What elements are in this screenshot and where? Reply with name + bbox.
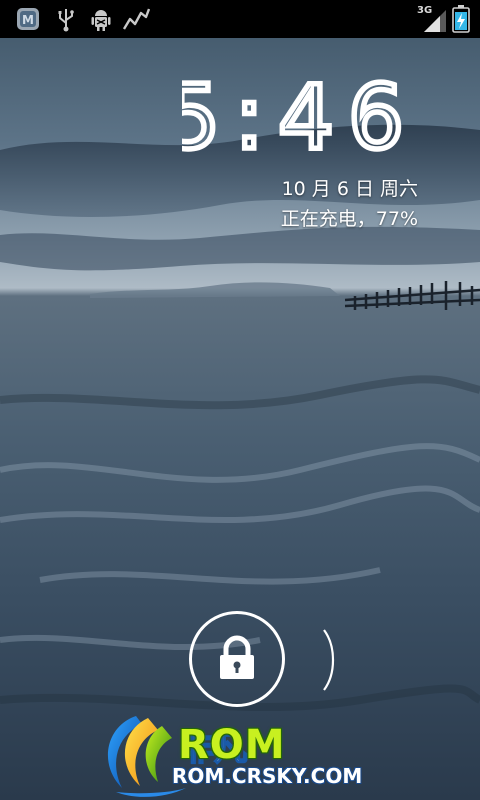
maxthon-notification-icon[interactable]: M — [14, 5, 42, 33]
usb-icon — [58, 9, 74, 32]
activity-graph-icon — [122, 8, 150, 30]
svg-text:M: M — [22, 13, 34, 27]
clock-digits: 5:46 — [182, 72, 418, 154]
unlock-target-arc[interactable] — [318, 628, 340, 692]
status-bar: M 3G — [0, 0, 480, 38]
watermark-url: ROM.CRSKY.COM — [172, 764, 363, 788]
lockscreen: M 3G 5:46 10 月 6 日 周六 正在充电，77% 非凡 ROM RO… — [0, 0, 480, 800]
clock-time: 5:46 — [182, 72, 418, 154]
battery-charging-icon — [452, 5, 470, 33]
lockscreen-clock: 5:46 — [182, 72, 418, 154]
lock-icon — [220, 635, 254, 679]
charging-status: 正在充电，77% — [280, 208, 418, 230]
unlock-handle[interactable] — [189, 611, 285, 707]
watermark-brand: ROM — [178, 722, 286, 768]
android-debug-icon — [91, 10, 111, 31]
signal-icon — [424, 10, 446, 32]
lockscreen-date: 10 月 6 日 周六 — [281, 178, 418, 200]
